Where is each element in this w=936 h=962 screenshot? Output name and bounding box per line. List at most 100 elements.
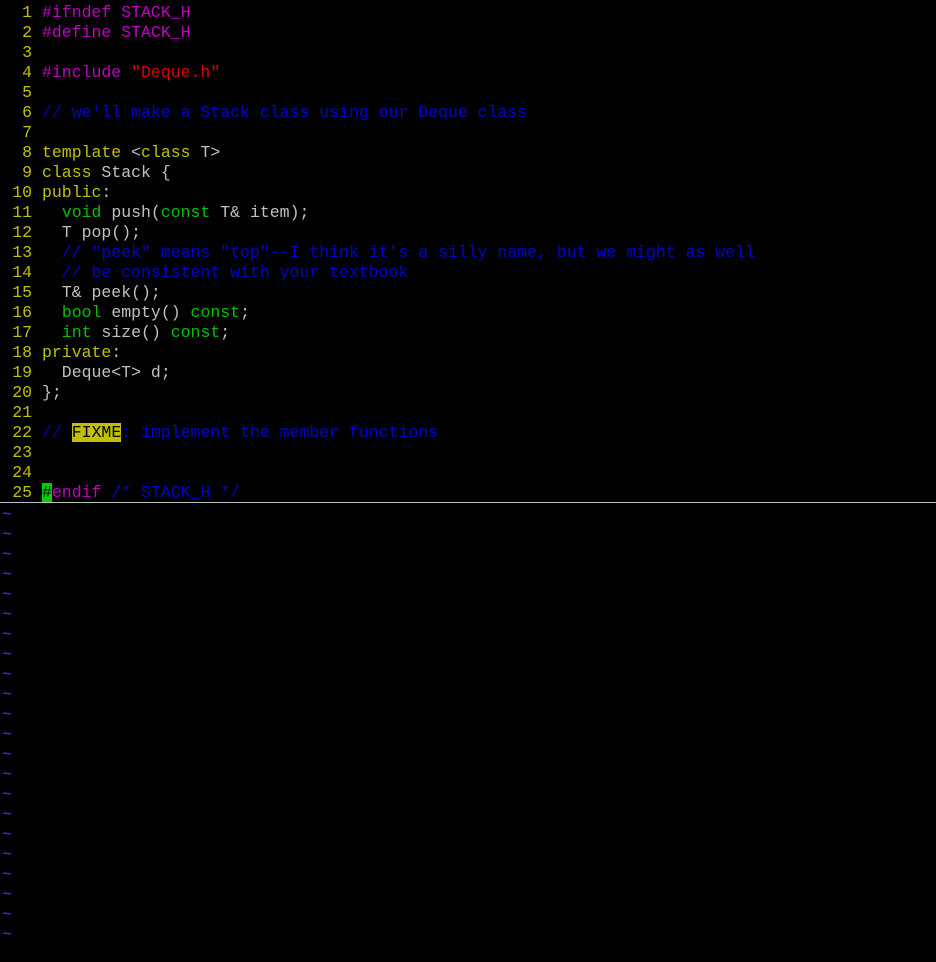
token-normal: Deque<T> d;	[42, 363, 171, 382]
code-line[interactable]: 16 bool empty() const;	[0, 303, 936, 323]
code-line[interactable]: 2 #define STACK_H	[0, 23, 936, 43]
code-line[interactable]: 6 // we'll make a Stack class using our D…	[0, 103, 936, 123]
token-normal: T>	[190, 143, 221, 162]
token-type: const	[190, 303, 241, 322]
empty-line-tilde: ~	[2, 725, 12, 744]
line-text: // we'll make a Stack class using our De…	[42, 103, 527, 122]
line-text: // be consistent with your textbook	[42, 263, 409, 282]
line-number: 21	[12, 403, 32, 422]
token-normal: <	[121, 143, 142, 162]
code-line[interactable]: 21	[0, 403, 936, 423]
token-type: void	[61, 203, 102, 222]
line-text: // "peek" means "top"--I think it's a si…	[42, 243, 755, 262]
token-type: const	[170, 323, 221, 342]
empty-line-tilde: ~	[2, 845, 12, 864]
empty-line-tilde: ~	[2, 805, 12, 824]
token-preproc: #ifndef STACK_H	[42, 3, 191, 22]
token-normal: Stack {	[91, 163, 171, 182]
code-line[interactable]: 23	[0, 443, 936, 463]
token-comment: /* STACK_H */	[111, 483, 241, 502]
code-line[interactable]: 13 // "peek" means "top"--I think it's a…	[0, 243, 936, 263]
token-string: "Deque.h"	[131, 63, 221, 82]
empty-line-tilde: ~	[2, 925, 12, 944]
code-line[interactable]: 19 Deque<T> d;	[0, 363, 936, 383]
line-number: 1	[22, 3, 32, 22]
empty-line-tilde: ~	[2, 625, 12, 644]
code-line[interactable]: 10 public:	[0, 183, 936, 203]
code-line[interactable]: 5	[0, 83, 936, 103]
token-comment: //	[42, 423, 72, 442]
empty-line-tilde: ~	[2, 865, 12, 884]
code-line[interactable]: 7	[0, 123, 936, 143]
line-number: 12	[12, 223, 32, 242]
line-number: 6	[22, 103, 32, 122]
code-line[interactable]: 3	[0, 43, 936, 63]
code-line[interactable]: 17 int size() const;	[0, 323, 936, 343]
line-number: 24	[12, 463, 32, 482]
code-line[interactable]: 1 #ifndef STACK_H	[0, 3, 936, 23]
line-number: 13	[12, 243, 32, 262]
token-type: const	[160, 203, 211, 222]
line-number: 11	[12, 203, 32, 222]
token-statement: private	[42, 343, 112, 362]
empty-line-tilde: ~	[2, 525, 12, 544]
line-number: 18	[12, 343, 32, 362]
empty-line-tilde: ~	[2, 765, 12, 784]
code-line[interactable]: 8 template <class T>	[0, 143, 936, 163]
token-normal: push(	[101, 203, 161, 222]
token-normal	[42, 203, 62, 222]
code-line[interactable]: 11 void push(const T& item);	[0, 203, 936, 223]
line-number: 9	[22, 163, 32, 182]
code-line[interactable]: 12 T pop();	[0, 223, 936, 243]
token-normal: :	[111, 343, 122, 362]
line-text: Deque<T> d;	[42, 363, 171, 382]
line-number: 10	[12, 183, 32, 202]
empty-line-tilde: ~	[2, 545, 12, 564]
token-normal	[42, 303, 62, 322]
line-number: 23	[12, 443, 32, 462]
line-text: #include "Deque.h"	[42, 63, 220, 82]
token-normal: :	[101, 183, 112, 202]
code-line[interactable]: 20};	[0, 383, 936, 403]
token-normal	[42, 323, 62, 342]
code-line[interactable]: 15 T& peek();	[0, 283, 936, 303]
token-preproc: #include	[42, 63, 132, 82]
empty-line-tilde: ~	[2, 885, 12, 904]
line-text: #endif /* STACK_H */	[42, 483, 240, 502]
token-normal: size()	[91, 323, 171, 342]
code-line[interactable]: 24	[0, 463, 936, 483]
line-number: 8	[22, 143, 32, 162]
token-statement: template	[42, 143, 122, 162]
token-preproc: #define STACK_H	[42, 23, 191, 42]
code-line[interactable]: 9 class Stack {	[0, 163, 936, 183]
code-line[interactable]: 22 // FIXME: implement the member functio…	[0, 423, 936, 443]
empty-line-tilde: ~	[2, 705, 12, 724]
code-line[interactable]: 18 private:	[0, 343, 936, 363]
line-number: 15	[12, 283, 32, 302]
token-comment: // be consistent with your textbook	[42, 263, 409, 282]
line-text: };	[42, 383, 62, 402]
line-text: public:	[42, 183, 111, 202]
line-text: T& peek();	[42, 283, 161, 302]
vim-editor[interactable]: 1 #ifndef STACK_H 2 #define STACK_H 3 4 #inclu…	[0, 0, 936, 962]
empty-line-tilde: ~	[2, 785, 12, 804]
code-line[interactable]: 25 #endif /* STACK_H */	[0, 483, 936, 503]
line-number: 4	[22, 63, 32, 82]
line-text: template <class T>	[42, 143, 220, 162]
token-statement: class	[141, 143, 191, 162]
line-text: // FIXME: implement the member functions	[42, 423, 438, 442]
code-line[interactable]: 14 // be consistent with your textbook	[0, 263, 936, 283]
token-comment: : implement the member functions	[121, 423, 439, 442]
token-statement: public	[42, 183, 102, 202]
line-text: class Stack {	[42, 163, 171, 182]
token-type: int	[61, 323, 92, 342]
token-type: bool	[61, 303, 102, 322]
empty-line-tilde: ~	[2, 905, 12, 924]
token-normal: T pop();	[42, 223, 142, 242]
token-normal: empty()	[101, 303, 191, 322]
line-number: 2	[22, 23, 32, 42]
token-comment: // "peek" means "top"--I think it's a si…	[42, 243, 755, 262]
empty-line-tilde: ~	[2, 605, 12, 624]
token-comment: // we'll make a Stack class using our De…	[42, 103, 528, 122]
code-line[interactable]: 4 #include "Deque.h"	[0, 63, 936, 83]
